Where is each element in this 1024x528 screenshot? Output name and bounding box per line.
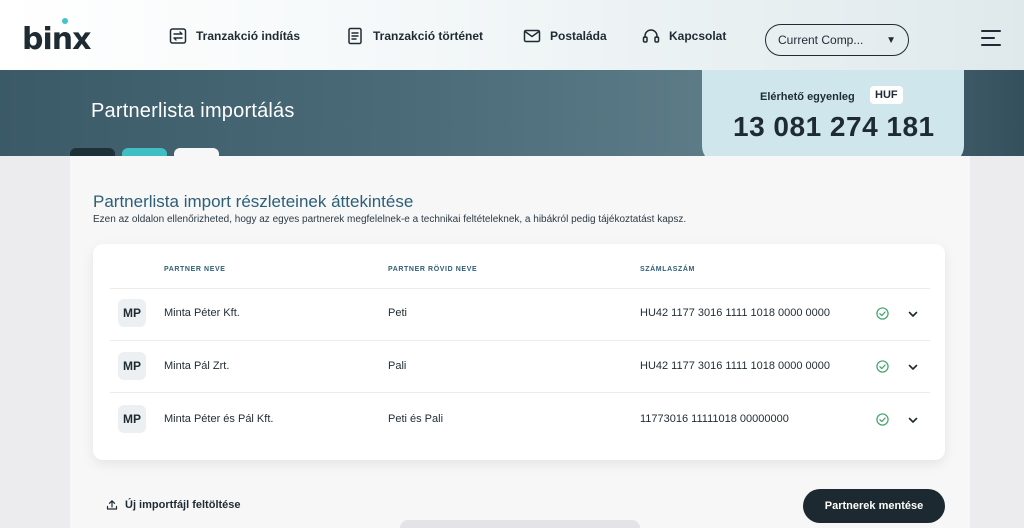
bottom-sheet-handle <box>400 520 640 528</box>
expand-chevron-icon[interactable] <box>907 361 919 373</box>
company-select-value: Current Comp... <box>778 33 864 47</box>
column-header-short-name: PARTNER RÖVID NEVE <box>388 266 478 273</box>
section-title: Partnerlista import részleteinek áttekin… <box>93 192 414 211</box>
transfer-icon <box>169 28 187 44</box>
hamburger-menu-icon[interactable] <box>981 30 1001 46</box>
expand-chevron-icon[interactable] <box>907 308 919 320</box>
balance-amount: 13 081 274 181 <box>733 111 935 142</box>
company-select[interactable]: Current Comp... ▼ <box>765 24 909 56</box>
mail-icon <box>523 29 541 43</box>
currency-badge: HUF <box>870 86 903 104</box>
partner-name: Minta Pál Zrt. <box>164 360 230 372</box>
logo-dot-icon <box>62 18 68 24</box>
account-number: HU42 1177 3016 1111 1018 0000 0000 <box>640 307 831 319</box>
partner-table <box>93 244 945 460</box>
nav-start-transaction[interactable]: Tranzakció indítás <box>168 26 300 46</box>
account-number: HU42 1177 3016 1111 1018 0000 0000 <box>640 360 831 372</box>
balance-label: Elérhető egyenleg <box>760 91 855 103</box>
upload-icon <box>106 500 118 510</box>
column-header-partner-name: PARTNER NEVE <box>164 266 226 273</box>
headset-icon <box>642 29 660 43</box>
nav-label: Tranzakció történet <box>373 29 484 43</box>
column-header-account-number: SZÁMLASZÁM <box>640 266 695 273</box>
expand-chevron-icon[interactable] <box>907 414 919 426</box>
divider <box>110 340 930 341</box>
check-circle-icon <box>876 307 889 320</box>
divider <box>110 288 930 289</box>
partner-name: Minta Péter és Pál Kft. <box>164 413 274 425</box>
section-description: Ezen az oldalon ellenőrizheted, hogy az … <box>93 214 687 225</box>
partner-name: Minta Péter Kft. <box>164 307 240 319</box>
binx-logo[interactable]: binx <box>22 22 91 57</box>
partner-short-name: Pali <box>388 360 407 372</box>
nav-contact[interactable]: Kapcsolat <box>641 26 726 46</box>
page-title: Partnerlista importálás <box>91 100 295 122</box>
partner-short-name: Peti <box>388 307 407 319</box>
partner-avatar: MP <box>118 299 146 327</box>
account-number: 11773016 11111018 00000000 <box>640 413 789 425</box>
nav-transaction-history[interactable]: Tranzakció történet <box>345 26 483 46</box>
partner-short-name: Peti és Pali <box>388 413 444 425</box>
nav-label: Postaláda <box>550 29 607 43</box>
upload-new-file-link[interactable]: Új importfájl feltöltése <box>106 499 241 511</box>
nav-label: Tranzakció indítás <box>196 29 301 43</box>
nav-label: Kapcsolat <box>669 29 727 43</box>
check-circle-icon <box>876 413 889 426</box>
divider <box>110 392 930 393</box>
chevron-down-icon: ▼ <box>886 34 896 46</box>
save-partners-button[interactable]: Partnerek mentése <box>803 489 945 523</box>
partner-avatar: MP <box>118 405 146 433</box>
nav-mailbox[interactable]: Postaláda <box>522 26 607 46</box>
upload-label: Új importfájl feltöltése <box>125 499 241 511</box>
document-icon <box>348 27 362 45</box>
check-circle-icon <box>876 360 889 373</box>
partner-avatar: MP <box>118 352 146 380</box>
